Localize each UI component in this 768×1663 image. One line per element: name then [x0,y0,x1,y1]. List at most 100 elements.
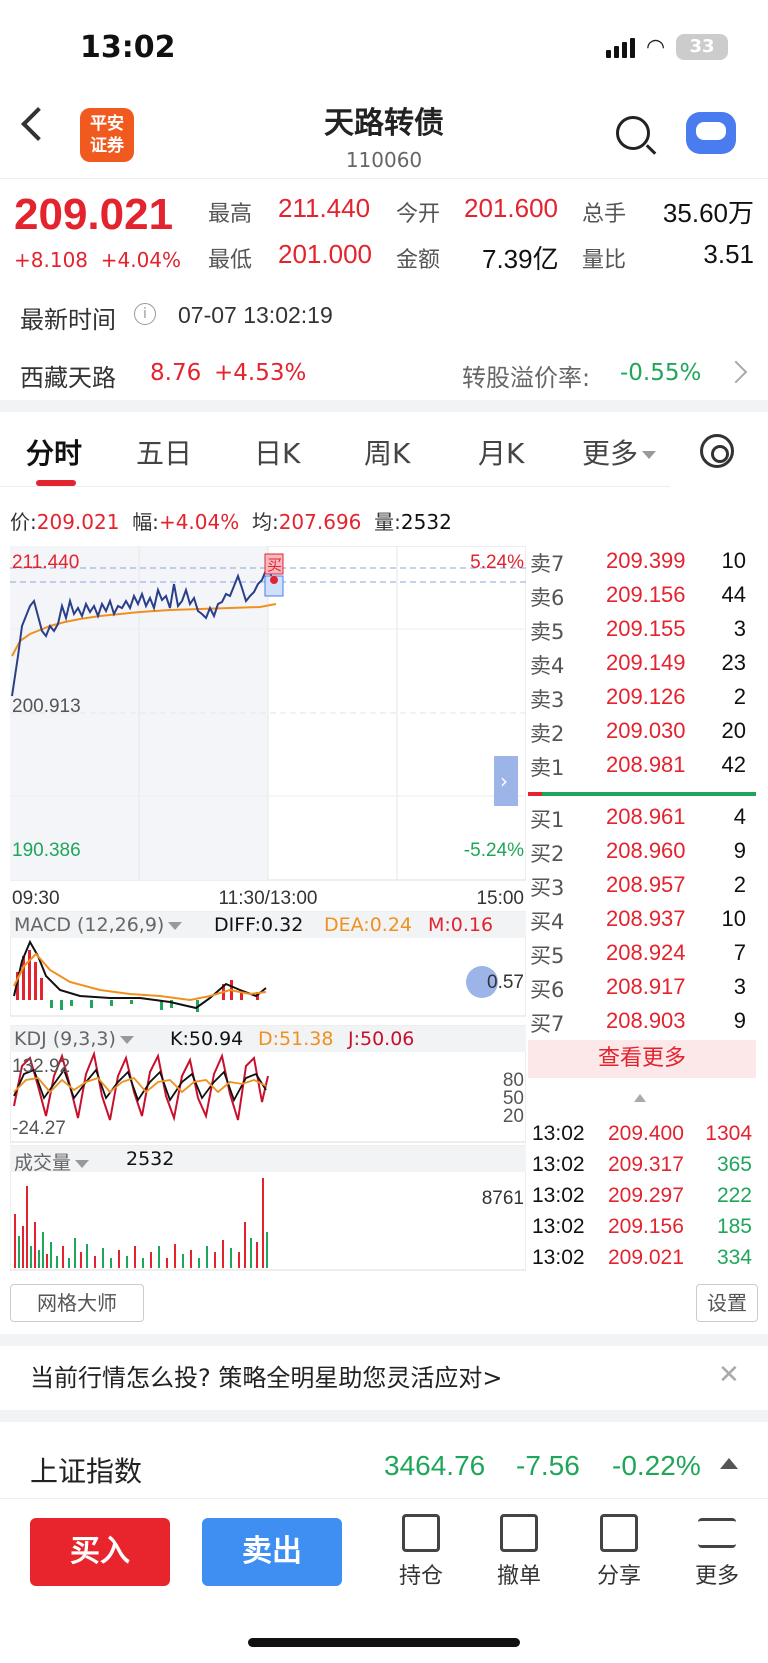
volume-label[interactable]: 成交量 [14,1148,90,1175]
ask-label: 卖5 [530,620,565,644]
bid-price: 208.957 [606,872,686,897]
bid-row[interactable]: 买4 208.937 10 [528,902,756,938]
macd-dea: DEA:0.24 [324,914,413,936]
tab-daily-k[interactable]: 日K [254,432,300,472]
current-dot [270,576,278,584]
close-icon[interactable]: ✕ [718,1360,740,1390]
ask-label: 卖3 [530,688,565,712]
cancel-order-label: 撤单 [496,1564,541,1589]
open-label: 今开 [396,202,441,227]
positions-label: 持仓 [398,1564,443,1589]
settings-button[interactable]: 设置 [696,1284,758,1322]
share-label: 分享 [596,1564,641,1589]
ratio-label: 量比 [582,248,627,273]
divider [0,178,768,179]
home-indicator[interactable] [248,1638,520,1647]
kdj-k: K:50.94 [170,1028,244,1050]
view-more-button[interactable]: 查看更多 [528,1040,756,1078]
latest-time-value: 07-07 13:02:19 [178,302,333,328]
bid-label: 买7 [530,1012,565,1036]
ask-row[interactable]: 卖1 208.981 42 [528,748,756,784]
kdj-j: J:50.06 [348,1028,415,1050]
kdj-label-text: KDJ (9,3,3) [14,1028,116,1050]
low-value: 201.000 [278,239,372,269]
gear-icon[interactable] [700,434,734,468]
tab-weekly-k[interactable]: 周K [364,432,410,472]
ask-price: 209.155 [606,616,686,641]
index-name[interactable]: 上证指数 [30,1450,142,1490]
sell-button[interactable]: 卖出 [202,1518,342,1586]
tick-time: 13:02 [532,1184,585,1207]
amount-label: 金额 [396,248,441,273]
volume-value: 2532 [126,1148,175,1170]
bid-row[interactable]: 买6 208.917 3 [528,970,756,1006]
tick-vol: 185 [716,1215,752,1238]
ask-row[interactable]: 卖3 209.126 2 [528,680,756,716]
kdj-label[interactable]: KDJ (9,3,3) [14,1028,134,1050]
y-mid-label: 200.913 [12,696,81,717]
underlying-pct: +4.53% [214,360,307,386]
search-icon[interactable] [616,116,650,150]
kdj-d: D:51.38 [258,1028,334,1050]
bid-vol: 9 [733,838,746,863]
ask-label: 卖6 [530,586,565,610]
open-value: 201.600 [464,193,558,223]
cancel-order-button[interactable]: 撤单 [484,1514,554,1590]
macd-label[interactable]: MACD (12,26,9) [14,914,183,936]
tick-vol: 222 [716,1184,752,1207]
premium-value: -0.55% [620,360,702,386]
page-title: 天路转债 [324,106,444,141]
amp-value: +4.04% [158,510,240,534]
ask-row[interactable]: 卖5 209.155 3 [528,612,756,648]
buy-button[interactable]: 买入 [30,1518,170,1586]
ask-row[interactable]: 卖4 209.149 23 [528,646,756,682]
grid-master-button[interactable]: 网格大师 [10,1284,144,1322]
tick-price: 209.400 [608,1122,684,1145]
hands-value: 35.60万 [662,198,754,228]
ask-label: 卖4 [530,654,565,678]
expand-up-icon[interactable] [720,1458,738,1469]
bid-price: 208.917 [606,974,686,999]
share-button[interactable]: 分享 [584,1514,654,1590]
tab-five-day[interactable]: 五日 [136,432,192,472]
bid-vol: 10 [721,906,746,931]
promo-banner[interactable]: 当前行情怎么投? 策略全明星助您灵活应对> [30,1358,502,1393]
spread-bar-red [528,792,542,796]
bid-row[interactable]: 买7 208.903 9 [528,1004,756,1040]
kdj-20: 20 [503,1106,524,1127]
ask-price: 208.981 [606,752,686,777]
more-button[interactable]: 更多 [682,1514,752,1590]
bid-row[interactable]: 买3 208.957 2 [528,868,756,904]
ask-row[interactable]: 卖7 209.399 10 [528,544,756,580]
ask-vol: 42 [721,752,746,777]
bid-row[interactable]: 买5 208.924 7 [528,936,756,972]
chevron-right-icon[interactable] [724,360,748,384]
x-end-label: 15:00 [476,888,524,909]
collapse-up-icon[interactable] [634,1094,646,1102]
positions-button[interactable]: 持仓 [386,1514,456,1590]
robot-assistant-icon[interactable] [686,112,736,154]
bid-row[interactable]: 买1 208.961 4 [528,800,756,836]
bid-price: 208.903 [606,1008,686,1033]
index-pct: -0.22% [612,1450,701,1481]
battery-icon: 33 [676,34,728,60]
tab-monthly-k[interactable]: 月K [478,432,524,472]
underlying-name[interactable]: 西藏天路 [20,358,116,393]
tick-price: 209.297 [608,1184,684,1207]
more-label: 更多 [694,1564,739,1589]
bid-vol: 4 [733,804,746,829]
divider [0,1498,768,1499]
bid-label: 买6 [530,978,565,1002]
tab-more[interactable]: 更多 [582,432,657,472]
tick-vol: 1304 [705,1122,752,1145]
info-icon[interactable]: i [134,303,156,325]
tick-time: 13:02 [532,1153,585,1176]
tab-intraday[interactable]: 分时 [26,432,82,472]
ask-row[interactable]: 卖6 209.156 44 [528,578,756,614]
bid-row[interactable]: 买2 208.960 9 [528,834,756,870]
pct-top-label: 5.24% [470,552,524,573]
vol-label: 量: [374,510,401,534]
index-change: -7.56 [516,1450,580,1481]
ask-row[interactable]: 卖2 209.030 20 [528,714,756,750]
latest-time-label: 最新时间 [20,306,116,334]
